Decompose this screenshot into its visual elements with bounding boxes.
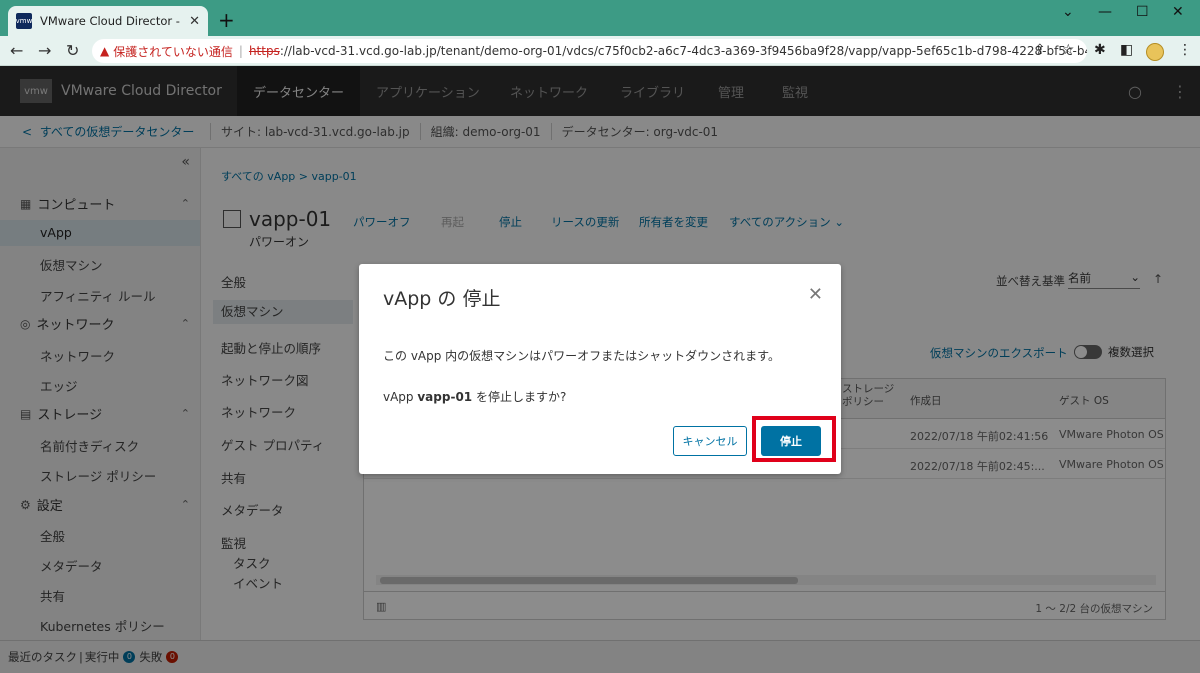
extensions-icon[interactable]: ✱ xyxy=(1094,42,1106,58)
warning-icon[interactable]: ▲ xyxy=(100,44,109,58)
maximize-icon[interactable]: ☐ xyxy=(1136,4,1149,20)
back-icon[interactable]: ← xyxy=(10,41,23,60)
tab-search-icon[interactable]: ⌄ xyxy=(1062,4,1074,20)
dialog-confirm-text: vApp vapp-01 を停止しますか? xyxy=(383,388,566,405)
cancel-button[interactable]: キャンセル xyxy=(673,426,747,456)
new-tab-button[interactable]: + xyxy=(218,10,235,30)
browser-tab-strip: vmw VMware Cloud Director - vApp - ✕ + ⌄… xyxy=(0,0,1200,36)
share-icon[interactable]: ⇪ xyxy=(1034,42,1046,58)
address-bar-row: ← → ↻ ▲ 保護されていない通信 | https ://lab-vcd-31… xyxy=(0,36,1200,66)
menu-icon[interactable]: ⋮ xyxy=(1178,42,1192,58)
separator: | xyxy=(238,44,243,58)
star-icon[interactable]: ☆ xyxy=(1062,42,1075,58)
vmware-favicon: vmw xyxy=(16,13,32,29)
address-bar[interactable]: ▲ 保護されていない通信 | https ://lab-vcd-31.vcd.g… xyxy=(92,39,1087,63)
url-text: ://lab-vcd-31.vcd.go-lab.jp/tenant/demo-… xyxy=(279,44,1087,58)
security-warning[interactable]: 保護されていない通信 xyxy=(113,43,233,60)
close-icon[interactable]: ✕ xyxy=(808,284,823,305)
confirm-prefix: vApp xyxy=(383,390,418,404)
sidepanel-icon[interactable]: ◧ xyxy=(1120,42,1133,58)
dialog-title: vApp の 停止 xyxy=(383,288,501,310)
dialog-message: この vApp 内の仮想マシンはパワーオフまたはシャットダウンされます。 xyxy=(383,349,780,363)
url-scheme: https xyxy=(248,44,280,58)
browser-tab[interactable]: vmw VMware Cloud Director - vApp - ✕ xyxy=(8,6,208,36)
tab-title: VMware Cloud Director - vApp - xyxy=(40,14,183,28)
confirm-vapp-name: vapp-01 xyxy=(417,390,473,404)
minimize-icon[interactable]: — xyxy=(1098,4,1112,20)
confirm-suffix: を停止しますか? xyxy=(472,390,567,404)
profile-avatar[interactable] xyxy=(1146,43,1164,61)
window-close-icon[interactable]: ✕ xyxy=(1172,4,1184,20)
stop-vapp-dialog: vApp の 停止 ✕ この vApp 内の仮想マシンはパワーオフまたはシャット… xyxy=(359,264,841,474)
reload-icon[interactable]: ↻ xyxy=(66,41,79,60)
stop-button[interactable]: 停止 xyxy=(761,426,821,456)
tab-close-icon[interactable]: ✕ xyxy=(189,14,200,29)
forward-icon[interactable]: → xyxy=(38,41,51,60)
